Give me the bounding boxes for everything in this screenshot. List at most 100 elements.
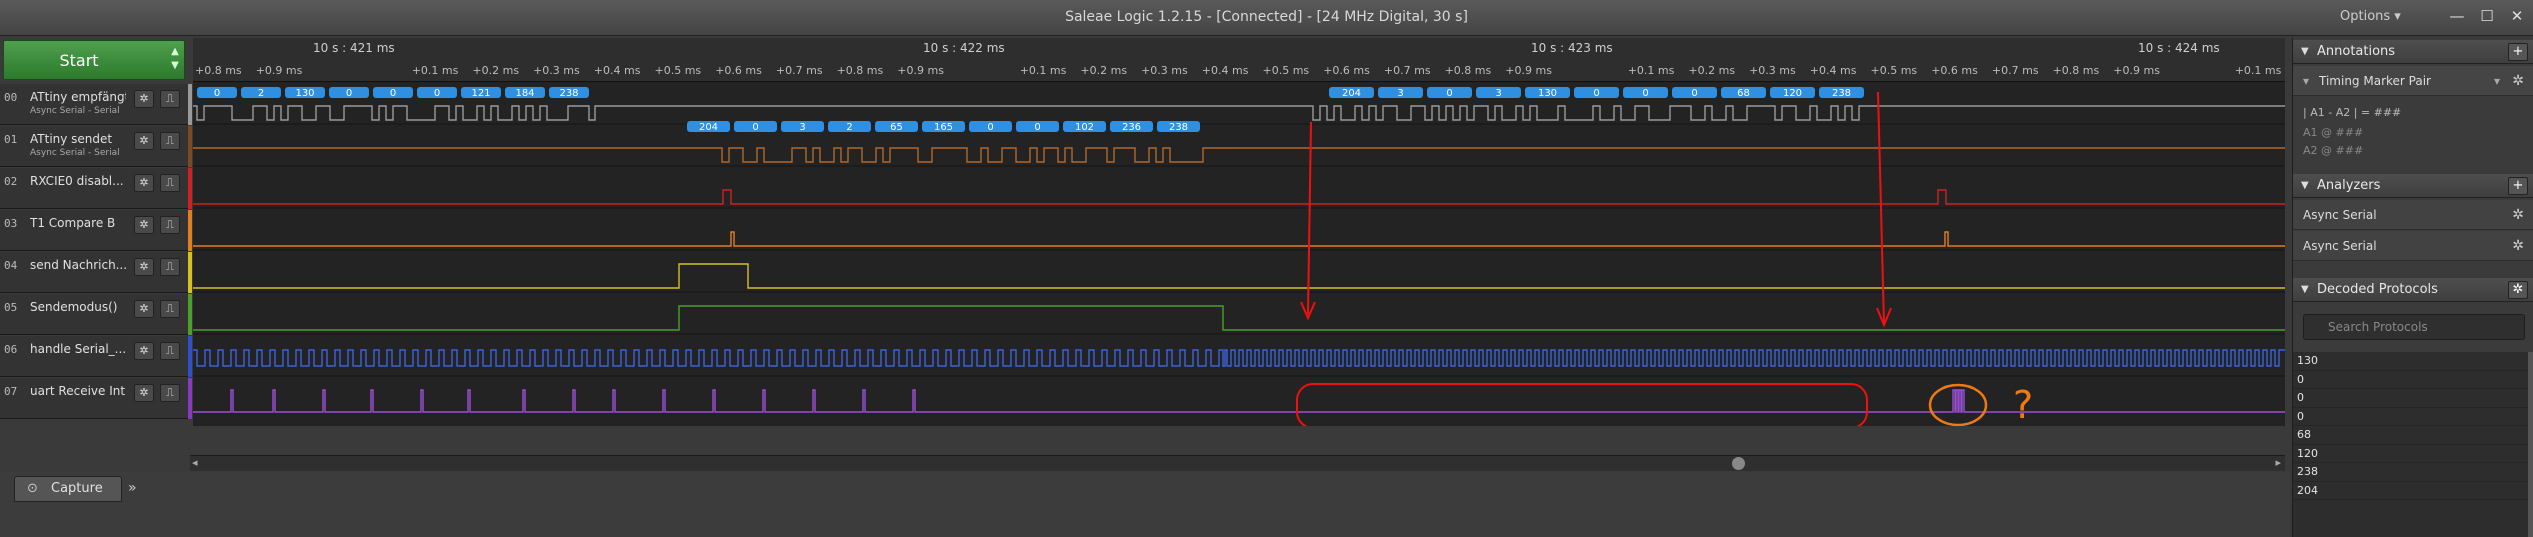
decoded-byte-label: 3 [799,122,805,133]
list-item[interactable]: 0 [2293,389,2533,408]
gear-icon[interactable]: ✲ [2508,281,2528,299]
channel-row-03: 03 T1 Compare B ✲ ⎍ [0,210,192,251]
trigger-icon[interactable]: ⎍ [160,258,180,276]
decoded-byte-label: 120 [1783,88,1802,99]
start-options-arrows[interactable]: ▲ ▼ [168,45,182,73]
list-item[interactable]: 120 [2293,445,2533,463]
capture-tab[interactable]: ⊙ Capture [14,476,122,502]
channel-waveform [193,305,2285,331]
decoded-protocols-list[interactable]: 130 0 0 0 68 120 238 204 [2293,352,2533,537]
list-item[interactable]: 204 [2293,482,2533,500]
time-ruler[interactable]: 10 s : 421 ms 10 s : 422 ms 10 s : 423 m… [193,38,2285,82]
gear-icon[interactable]: ✲ [2512,66,2524,96]
minimize-button[interactable]: — [2444,4,2470,28]
gear-icon[interactable]: ✲ [2512,231,2524,261]
timing-marker-pair-row[interactable]: ▾ Timing Marker Pair ▾ ✲ [2293,66,2533,96]
minor-time-label: +0.9 ms [2113,64,2160,77]
gear-icon[interactable]: ✲ [2512,200,2524,230]
decoded-byte-label: 236 [1122,122,1141,133]
channel-name[interactable]: RXCIE0 disabl... [30,174,126,188]
decoded-byte-label: 184 [515,88,534,99]
channel-name[interactable]: uart Receive Int [30,384,126,398]
gear-icon[interactable]: ✲ [134,90,154,108]
waveform-area[interactable]: 0 2 130 0 0 0 121 184 238 204 0 3 2 65 165 0 0 102 236 238 2… [193,82,2285,426]
channel-name[interactable]: handle Serial_... [30,342,126,356]
chevron-down-icon[interactable]: ▾ [2494,66,2500,96]
list-item[interactable]: 130 [2293,352,2533,371]
channel-waveform [193,105,2285,121]
decoded-protocols-header[interactable]: ▼ Decoded Protocols ✲ [2293,278,2533,302]
scroll-left-icon[interactable]: ◂ [192,456,198,469]
horizontal-scrollbar[interactable]: ◂ ▸ [190,455,2285,471]
channel-name[interactable]: send Nachrich... [30,258,126,272]
channel-color-bar [188,84,192,125]
list-scrollbar[interactable] [2528,352,2533,537]
scroll-thumb[interactable] [1732,457,1745,470]
decoded-byte-label: 0 [346,88,352,99]
minor-time-label: +0.1 ms [1627,64,1675,77]
minor-time-label: +0.7 ms [1991,64,2039,77]
question-mark-annotation: ? [2013,383,2033,426]
trigger-icon[interactable]: ⎍ [160,174,180,192]
decoded-byte-label: 65 [890,122,903,133]
close-button[interactable]: ✕ [2504,4,2530,28]
add-annotation-button[interactable]: + [2508,43,2528,61]
channel-row-04: 04 send Nachrich... ✲ ⎍ [0,252,192,293]
trigger-icon[interactable]: ⎍ [160,90,180,108]
channel-name[interactable]: Sendemodus() [30,300,126,314]
channel-color-bar [188,210,192,251]
channel-name[interactable]: T1 Compare B [30,216,126,230]
channel-waveform [193,263,2285,289]
channel-name[interactable]: ATtiny empfängt [30,90,126,104]
decoded-byte-label: 0 [1034,122,1040,133]
trigger-icon[interactable]: ⎍ [160,342,180,360]
collapse-triangle-icon: ▼ [2301,284,2309,295]
major-time-label: 10 s : 421 ms [313,41,395,55]
collapse-triangle-icon: ▼ [2301,46,2309,57]
decoded-byte-label: 0 [214,88,220,99]
expand-tabs-button[interactable]: » [128,480,148,500]
channel-number: 00 [4,91,18,104]
gear-icon[interactable]: ✲ [134,216,154,234]
decoded-byte-label: 121 [471,88,490,99]
channel-name[interactable]: ATtiny sendet [30,132,126,146]
decoded-byte-label: 2 [258,88,264,99]
minor-time-label: +0.8 ms [2052,64,2100,77]
channel-number: 04 [4,259,18,272]
minor-time-label: +0.8 ms [1444,64,1492,77]
decoded-byte-label: 204 [699,122,718,133]
analyzers-title: Analyzers [2317,178,2381,193]
gear-icon[interactable]: ✲ [134,342,154,360]
channel-waveform [193,389,2285,413]
decoded-byte-label: 3 [1495,88,1501,99]
list-item[interactable]: 0 [2293,408,2533,426]
options-menu[interactable]: Options ▾ [2340,9,2401,24]
scroll-right-icon[interactable]: ▸ [2275,456,2281,469]
gear-icon[interactable]: ✲ [134,258,154,276]
analyzer-item[interactable]: Async Serial ✲ [2293,231,2533,261]
gear-icon[interactable]: ✲ [134,174,154,192]
gear-icon[interactable]: ✲ [134,132,154,150]
gear-icon[interactable]: ✲ [134,384,154,402]
start-button[interactable]: Start ▲ ▼ [3,40,185,80]
channel-number: 02 [4,175,18,188]
channel-row-06: 06 handle Serial_... ✲ ⎍ [0,336,192,377]
decoded-byte-label: 68 [1737,88,1750,99]
trigger-icon[interactable]: ⎍ [160,216,180,234]
list-item[interactable]: 0 [2293,371,2533,389]
list-item[interactable]: 68 [2293,426,2533,445]
search-protocols-input[interactable]: Search Protocols [2303,314,2525,340]
channel-waveform [193,231,2285,247]
trigger-icon[interactable]: ⎍ [160,300,180,318]
add-analyzer-button[interactable]: + [2508,177,2528,195]
annotations-header[interactable]: ▼ Annotations + [2293,40,2533,64]
analyzers-header[interactable]: ▼ Analyzers + [2293,174,2533,198]
minor-time-label: +0.8 ms [836,64,884,77]
list-item[interactable]: 238 [2293,463,2533,482]
analyzer-item[interactable]: Async Serial ✲ [2293,200,2533,230]
channel-row-07: 07 uart Receive Int ✲ ⎍ [0,378,192,419]
maximize-button[interactable]: ☐ [2474,4,2500,28]
trigger-icon[interactable]: ⎍ [160,132,180,150]
gear-icon[interactable]: ✲ [134,300,154,318]
trigger-icon[interactable]: ⎍ [160,384,180,402]
